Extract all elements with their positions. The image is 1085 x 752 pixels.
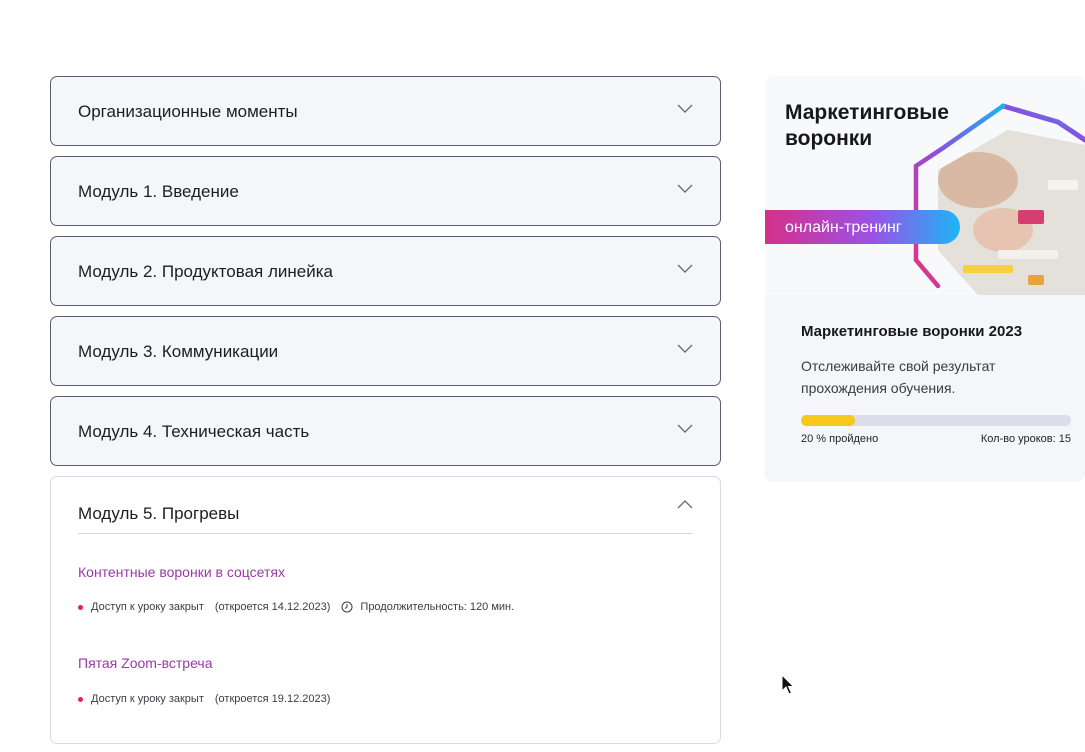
course-title: Маркетинговые воронки 2023 — [801, 323, 1023, 340]
module-title: Модуль 3. Коммуникации — [78, 342, 279, 361]
chevron-up-icon[interactable] — [677, 499, 693, 509]
lesson-link[interactable]: Пятая Zoom-встреча — [78, 655, 212, 671]
course-banner: Маркетинговые воронки онлайн-тренинг — [765, 76, 1085, 295]
module-4[interactable]: Модуль 4. Техническая часть — [50, 396, 721, 466]
lesson-status: Доступ к уроку закрыт — [91, 601, 204, 613]
module-org[interactable]: Организационные моменты — [50, 76, 721, 146]
module-title: Модуль 4. Техническая часть — [78, 422, 310, 441]
lesson-duration: Продолжительность: 120 мин. — [360, 601, 515, 613]
module-title: Модуль 1. Введение — [78, 182, 239, 201]
chevron-down-icon — [677, 344, 693, 353]
progress-bar-fill — [801, 415, 855, 426]
course-progress-card: Маркетинговые воронки онлайн-тренинг Мар… — [765, 76, 1085, 482]
divider — [78, 533, 693, 534]
lesson-open-date: (откроется 19.12.2023) — [214, 693, 331, 705]
lesson-open-date: (откроется 14.12.2023) — [214, 601, 331, 613]
chevron-down-icon — [677, 424, 693, 433]
course-description: Отслеживайте свой результат прохождения … — [801, 358, 996, 396]
locked-status-dot — [78, 696, 83, 702]
lessons-count: Кол-во уроков: 15 — [980, 433, 1071, 445]
lesson-meta: Доступ к уроку закрыт (откроется 19.12.2… — [78, 693, 330, 705]
lesson-meta: Доступ к уроку закрыт (откроется 14.12.2… — [78, 601, 514, 613]
chevron-down-icon — [677, 184, 693, 193]
lesson-link[interactable]: Контентные воронки в соцсетях — [78, 564, 285, 580]
progress-label: 20 % пройдено — [801, 433, 879, 445]
locked-status-dot — [78, 604, 83, 610]
module-3[interactable]: Модуль 3. Коммуникации — [50, 316, 721, 386]
clock-icon — [341, 601, 353, 613]
banner-badge: онлайн-тренинг — [765, 210, 960, 244]
banner-badge-label: онлайн-тренинг — [785, 219, 902, 236]
chevron-down-icon — [677, 104, 693, 113]
mouse-cursor-icon — [781, 674, 795, 695]
lesson-status: Доступ к уроку закрыт — [91, 693, 204, 705]
module-title: Организационные моменты — [78, 102, 298, 121]
module-1[interactable]: Модуль 1. Введение — [50, 156, 721, 226]
chevron-down-icon — [677, 264, 693, 273]
module-title: Модуль 2. Продуктовая линейка — [78, 262, 333, 281]
course-modules-accordion: Организационные моменты Модуль 1. Введен… — [50, 76, 721, 744]
module-title[interactable]: Модуль 5. Прогревы — [78, 504, 239, 524]
progress-bar — [801, 415, 1071, 426]
module-2[interactable]: Модуль 2. Продуктовая линейка — [50, 236, 721, 306]
module-5-expanded: Модуль 5. Прогревы Контентные воронки в … — [50, 476, 721, 744]
banner-title: Маркетинговые воронки — [785, 101, 949, 150]
